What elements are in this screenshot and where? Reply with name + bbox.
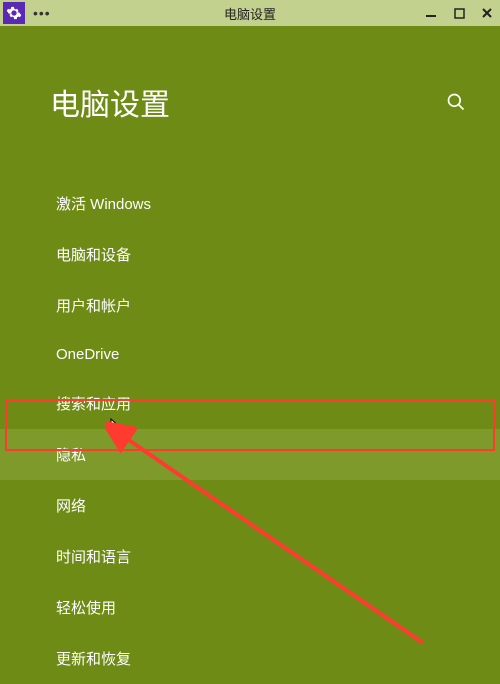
menu-item[interactable]: OneDrive	[0, 331, 500, 378]
search-icon	[446, 92, 466, 112]
settings-menu: 激活 Windows 电脑和设备用户和帐户 OneDrive 搜索和应用隐私网络时间和…	[0, 178, 500, 684]
close-button[interactable]	[480, 6, 494, 20]
content-area: 电脑设置 激活 Windows 电脑和设备用户和帐户 OneDrive 搜索和应用隐私…	[0, 26, 500, 684]
menu-item[interactable]: 隐私	[0, 429, 500, 480]
header-row: 电脑设置	[0, 26, 500, 124]
menu-item-label: OneDrive	[56, 346, 119, 363]
menu-item-label: 电脑和设备	[56, 247, 131, 264]
menu-item-label: 更新和恢复	[56, 651, 131, 668]
menu-item-label: 时间和语言	[56, 549, 131, 566]
menu-item[interactable]: 网络	[0, 480, 500, 531]
search-button[interactable]	[444, 90, 468, 114]
menu-item-label: 网络	[56, 498, 86, 515]
title-bar: ••• 电脑设置	[0, 0, 500, 26]
gear-icon	[6, 5, 22, 21]
menu-item[interactable]: 用户和帐户	[0, 280, 500, 331]
menu-item[interactable]: 搜索和应用	[0, 378, 500, 429]
app-icon	[3, 2, 25, 24]
menu-item-label: 轻松使用	[56, 600, 116, 617]
menu-item-label: 激活 Windows	[56, 196, 151, 213]
menu-item-label: 用户和帐户	[56, 298, 131, 315]
menu-item[interactable]: 时间和语言	[0, 531, 500, 582]
menu-item[interactable]: 轻松使用	[0, 582, 500, 633]
menu-item[interactable]: 更新和恢复	[0, 633, 500, 684]
minimize-button[interactable]	[424, 6, 438, 20]
menu-item-label: 隐私	[56, 447, 86, 464]
window-title: 电脑设置	[224, 4, 276, 23]
page-title: 电脑设置	[50, 80, 170, 124]
maximize-button[interactable]	[452, 6, 466, 20]
window-controls	[424, 6, 494, 20]
overflow-dots[interactable]: •••	[33, 5, 51, 21]
menu-item-label: 搜索和应用	[56, 396, 131, 413]
menu-item[interactable]: 激活 Windows	[0, 178, 500, 229]
menu-item[interactable]: 电脑和设备	[0, 229, 500, 280]
